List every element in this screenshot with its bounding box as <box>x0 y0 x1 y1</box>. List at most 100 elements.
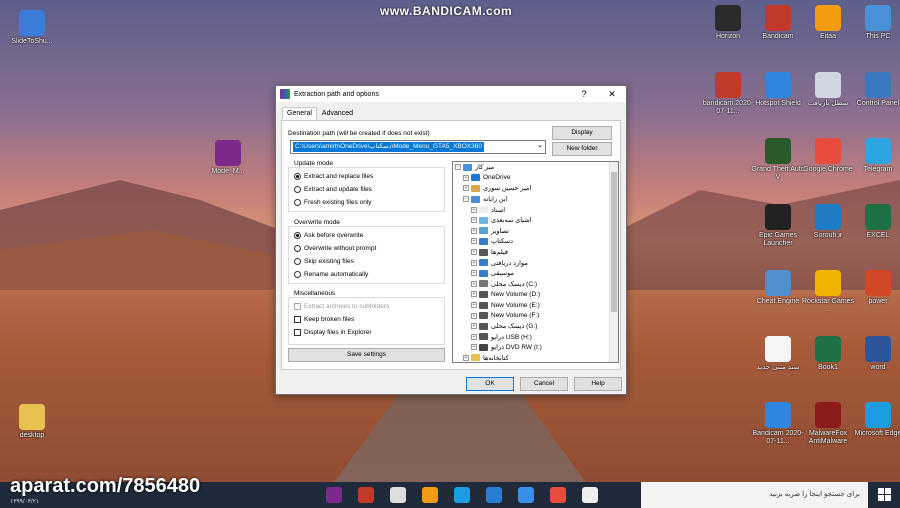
desktop-icon[interactable]: EXCEL <box>850 204 900 240</box>
expand-icon[interactable]: + <box>471 344 477 351</box>
dialog-titlebar[interactable]: Extraction path and options ? ✕ <box>276 86 626 102</box>
desktop-icon[interactable]: Epic Games Launcher <box>750 204 806 248</box>
desktop-icon[interactable]: Bandicam <box>750 5 806 41</box>
expand-icon[interactable]: + <box>471 333 477 340</box>
tab-general[interactable]: General <box>282 107 317 120</box>
help-button[interactable]: Help <box>574 377 622 391</box>
tree-item[interactable]: − میز کار <box>453 162 618 173</box>
expand-icon[interactable]: + <box>471 238 477 245</box>
update-option-1[interactable]: Extract and update files <box>294 186 372 193</box>
tree-item[interactable]: + کتابخانه‌ها <box>453 353 618 362</box>
update-option-2[interactable]: Fresh existing files only <box>294 199 372 206</box>
expand-icon[interactable]: + <box>463 354 469 361</box>
overwrite-option-3[interactable]: Rename automatically <box>294 271 368 278</box>
update-option-0[interactable]: Extract and replace files <box>294 173 373 180</box>
expand-icon[interactable]: + <box>471 249 477 256</box>
help-title-button[interactable]: ? <box>570 89 598 99</box>
radio-button[interactable] <box>294 186 301 193</box>
radio-button[interactable] <box>294 245 301 252</box>
radio-button[interactable] <box>294 199 301 206</box>
expand-icon[interactable]: + <box>471 291 477 298</box>
display-button[interactable]: Display <box>552 126 612 140</box>
desktop-icon[interactable]: Telegram <box>850 138 900 174</box>
cloud-icon[interactable] <box>390 487 406 503</box>
desktop-icon[interactable]: Microsoft Edge <box>850 402 900 438</box>
desktop-icon[interactable]: سطل بازیافت <box>800 72 856 108</box>
radio-button[interactable] <box>294 173 301 180</box>
expand-icon[interactable]: − <box>455 164 461 171</box>
tree-item[interactable]: − این رایانه <box>453 194 618 205</box>
desktop-icon[interactable]: bandicam 2020-07-11... <box>700 72 756 116</box>
expand-icon[interactable]: + <box>471 217 477 224</box>
expand-icon[interactable]: + <box>471 259 477 266</box>
desktop-icon[interactable]: word <box>850 336 900 372</box>
desktop-icon[interactable]: Sorouh.ir <box>800 204 856 240</box>
tree-item[interactable]: + درایو USB (H:) <box>453 332 618 343</box>
checkbox[interactable] <box>294 316 301 323</box>
save-settings-button[interactable]: Save settings <box>288 348 445 362</box>
desktop-icon[interactable]: Google Chrome <box>800 138 856 174</box>
tree-item[interactable]: + اشیای سه‌بعدی <box>453 215 618 226</box>
radio-button[interactable] <box>294 258 301 265</box>
scroll-thumb[interactable] <box>611 172 617 312</box>
desktop-icon[interactable]: SlideToShu... <box>4 10 60 46</box>
tree-item[interactable]: + فیلم‌ها <box>453 247 618 258</box>
desktop-icon[interactable]: Rockstar Games ... <box>800 270 856 314</box>
expand-icon[interactable]: + <box>471 312 477 319</box>
desktop-icon[interactable]: Eitaa <box>800 5 856 41</box>
tree-item[interactable]: + دیسک محلی (G:) <box>453 321 618 332</box>
tree-item[interactable]: + درایو DVD RW (I:) <box>453 342 618 353</box>
desktop-icon[interactable]: Cheat Engine <box>750 270 806 306</box>
tree-item[interactable]: + موسیقی <box>453 268 618 279</box>
desktop-icon[interactable]: power <box>850 270 900 306</box>
desktop-icon[interactable]: سند متنی جدید <box>750 336 806 372</box>
taskbar-search[interactable]: برای جستجو اینجا را ضربه بزنید <box>641 482 868 508</box>
tree-item[interactable]: + اسناد <box>453 204 618 215</box>
overwrite-option-1[interactable]: Overwrite without prompt <box>294 245 376 252</box>
expand-icon[interactable]: + <box>471 302 477 309</box>
tree-item[interactable]: + دیسک محلی (C:) <box>453 279 618 290</box>
folder-tree[interactable]: − میز کار + OneDrive + امیر حسین سوری − این رای… <box>452 161 619 363</box>
radio-button[interactable] <box>294 232 301 239</box>
store-icon[interactable] <box>518 487 534 503</box>
desktop-icon[interactable]: Grand Theft Auto V <box>750 138 806 182</box>
new-folder-button[interactable]: New folder <box>552 142 612 156</box>
tree-item[interactable]: + موارد دریافتی <box>453 257 618 268</box>
destination-path-input[interactable]: C:\Users\amirh\OneDrive\دسکتاپ\Mode_Menu… <box>290 140 546 154</box>
checkbox[interactable] <box>294 329 301 336</box>
tree-item[interactable]: + تصاویر <box>453 226 618 237</box>
keep-broken-option[interactable]: Keep broken files <box>294 316 354 323</box>
tree-item[interactable]: + New Volume (E:) <box>453 300 618 311</box>
tree-item[interactable]: + OneDrive <box>453 173 618 184</box>
tree-scrollbar[interactable] <box>609 162 618 362</box>
expand-icon[interactable]: + <box>471 270 477 277</box>
overwrite-option-2[interactable]: Skip existing files <box>294 258 354 265</box>
tree-item[interactable]: + New Volume (F:) <box>453 310 618 321</box>
tree-item[interactable]: + New Volume (D:) <box>453 289 618 300</box>
desktop-icon[interactable]: MalwareFox AntiMalware <box>800 402 856 446</box>
radio-button[interactable] <box>294 271 301 278</box>
desktop-icon[interactable]: This PC <box>850 5 900 41</box>
expand-icon[interactable]: + <box>471 227 477 234</box>
expand-icon[interactable]: − <box>463 196 469 203</box>
edge-icon[interactable] <box>454 487 470 503</box>
task-view-icon[interactable] <box>582 487 598 503</box>
overwrite-option-0[interactable]: Ask before overwrite <box>294 232 363 239</box>
winrar-icon[interactable] <box>326 487 342 503</box>
eitaa-icon[interactable] <box>422 487 438 503</box>
desktop-icon[interactable]: Book1 <box>800 336 856 372</box>
mail-icon[interactable] <box>486 487 502 503</box>
desktop-icon[interactable]: Bandicam 2020-07-11... <box>750 402 806 446</box>
desktop-icon[interactable]: Mode_M... <box>200 140 256 176</box>
expand-icon[interactable]: + <box>463 174 469 181</box>
expand-icon[interactable]: + <box>471 206 477 213</box>
windows-start-icon[interactable] <box>878 488 892 502</box>
desktop-icon[interactable]: desktop <box>4 404 60 440</box>
tree-item[interactable]: + امیر حسین سوری <box>453 183 618 194</box>
desktop-icon[interactable]: Horizon <box>700 5 756 41</box>
chrome-icon[interactable] <box>550 487 566 503</box>
tree-item[interactable]: + دسکتاپ <box>453 236 618 247</box>
desktop-icon[interactable]: Hotspot Shield <box>750 72 806 108</box>
desktop-icon[interactable]: Control Panel <box>850 72 900 108</box>
expand-icon[interactable]: + <box>471 280 477 287</box>
